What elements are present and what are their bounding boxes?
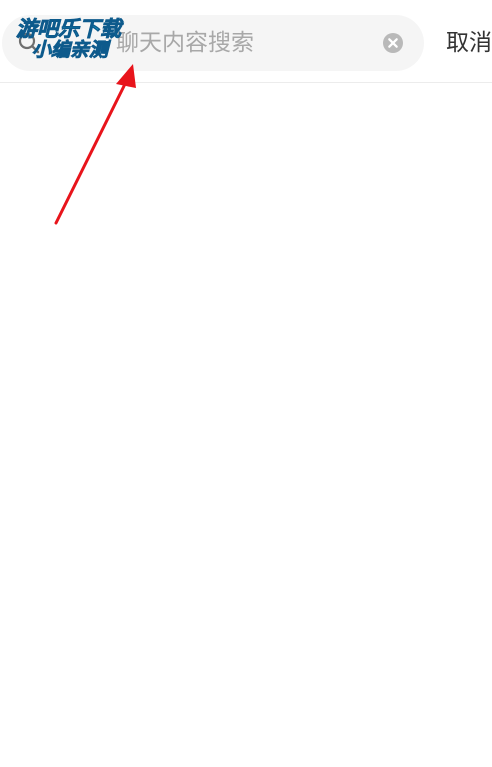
annotation-arrow	[54, 64, 136, 225]
search-page: 取消 游吧乐下载 小编亲测	[0, 0, 492, 767]
search-icon	[18, 32, 40, 54]
clear-icon[interactable]	[382, 32, 404, 54]
search-input[interactable]	[50, 23, 436, 63]
search-box[interactable]	[2, 15, 436, 71]
search-header: 取消	[0, 0, 492, 83]
cancel-button[interactable]: 取消	[446, 28, 492, 58]
